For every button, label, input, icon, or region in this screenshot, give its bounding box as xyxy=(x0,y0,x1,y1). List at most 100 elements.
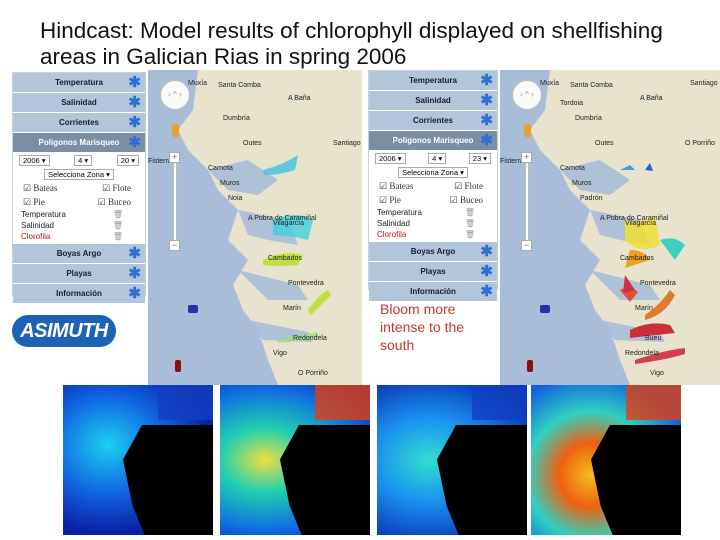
place-label: Santa Comba xyxy=(570,82,613,89)
place-label: Padrón xyxy=(580,195,603,202)
map-canvas xyxy=(178,70,362,385)
map-left[interactable]: Muxía Santa Comba Dumbría A Baña Fisterra Out… xyxy=(148,70,362,385)
month-select[interactable]: 4 ▾ xyxy=(428,152,447,164)
asimuth-logo: ASIMUTH xyxy=(12,315,116,347)
place-label: Santiago de Compostela xyxy=(690,80,720,87)
menu-item-temperatura[interactable]: Temperatura ✱ xyxy=(369,71,497,90)
beacon-marker-icon[interactable] xyxy=(175,360,181,372)
checkbox-pie[interactable]: ☑ Pie xyxy=(23,197,45,208)
day-select[interactable]: 23 ▾ xyxy=(468,152,491,164)
zoom-slider[interactable] xyxy=(173,155,177,245)
checkbox-flote[interactable]: ☑ Flote xyxy=(102,183,131,194)
zoom-in-button[interactable]: + xyxy=(169,152,180,163)
place-label: A Baña xyxy=(288,95,311,102)
day-select[interactable]: 20 ▾ xyxy=(116,154,139,166)
expand-asterisk-icon[interactable]: ✱ xyxy=(480,262,493,281)
place-label: Pontevedra xyxy=(288,280,324,287)
checkbox-label: Flote xyxy=(112,182,131,193)
map-right[interactable]: Muxía Santa Comba Dumbría A Baña Fisterra Out… xyxy=(500,70,720,385)
menu-item-corrientes[interactable]: Corrientes ✱ xyxy=(13,113,145,132)
checkbox-buceo[interactable]: ☑ Buceo xyxy=(450,195,483,206)
place-label: Muros xyxy=(572,180,592,187)
zoom-out-button[interactable]: − xyxy=(521,240,532,251)
buoy-marker-icon[interactable] xyxy=(188,305,198,313)
menu-item-1[interactable]: Playas ✱ xyxy=(369,262,497,281)
menu-item-2[interactable]: Información ✱ xyxy=(369,282,497,301)
expand-asterisk-icon[interactable]: ✱ xyxy=(128,113,141,132)
street-view-pegman-icon[interactable] xyxy=(524,124,531,137)
layer-temperatura[interactable]: Temperatura 🗑 xyxy=(13,209,145,220)
place-label: Muros xyxy=(220,180,240,187)
beacon-marker-icon[interactable] xyxy=(527,360,533,372)
trash-icon[interactable]: 🗑 xyxy=(465,219,475,228)
menu-item-poligonos-marisqueo[interactable]: Poligonos Marisqueo ✱ xyxy=(369,131,497,150)
pan-control[interactable]: ‹ ^ › xyxy=(160,80,190,110)
checkbox-label: Flote xyxy=(464,180,483,191)
menu-item-0[interactable]: Boyas Argo ✱ xyxy=(369,242,497,261)
layer-salinidad[interactable]: Salinidad 🗑 xyxy=(13,220,145,231)
place-label: Redondela xyxy=(625,350,659,357)
expand-asterisk-icon[interactable]: ✱ xyxy=(128,244,141,263)
trash-icon[interactable]: 🗑 xyxy=(465,208,475,217)
place-label: O Porriño xyxy=(685,140,715,147)
menu-item-poligonos-marisqueo[interactable]: Poligonos Marisqueo ✱ xyxy=(13,133,145,152)
layer-clorofila[interactable]: Clorofila 🗑 xyxy=(13,231,145,242)
layer-clorofila[interactable]: Clorofila 🗑 xyxy=(369,229,497,240)
checkbox-label: Buceo xyxy=(460,194,483,205)
pan-control[interactable]: ‹ ^ › xyxy=(512,80,542,110)
expand-asterisk-icon[interactable]: ✱ xyxy=(128,284,141,303)
menu-item-temperatura[interactable]: Temperatura ✱ xyxy=(13,73,145,92)
menu-label: Poligonos Marisqueo xyxy=(38,138,120,147)
zone-row: Selecciona Zona ▾ xyxy=(369,165,497,179)
expand-asterisk-icon[interactable]: ✱ xyxy=(128,73,141,92)
expand-asterisk-icon[interactable]: ✱ xyxy=(480,111,493,130)
zone-select[interactable]: Selecciona Zona ▾ xyxy=(44,168,114,180)
menu-item-salinidad[interactable]: Salinidad ✱ xyxy=(13,93,145,112)
zoom-slider[interactable] xyxy=(525,155,529,245)
checkbox-pie[interactable]: ☑ Pie xyxy=(379,195,401,206)
checkbox-row: ☑ Pie ☑ Buceo xyxy=(369,193,497,207)
zoom-out-button[interactable]: − xyxy=(169,240,180,251)
zoom-in-button[interactable]: + xyxy=(521,152,532,163)
menu-label: Información xyxy=(410,287,456,296)
street-view-pegman-icon[interactable] xyxy=(172,124,179,137)
select-value: Selecciona Zona xyxy=(402,167,458,177)
expand-asterisk-icon[interactable]: ✱ xyxy=(480,71,493,90)
checkbox-flote[interactable]: ☑ Flote xyxy=(454,181,483,192)
trash-icon[interactable]: 🗑 xyxy=(113,232,123,241)
checkbox-bateas[interactable]: ☑ Bateas xyxy=(379,181,413,192)
expand-asterisk-icon[interactable]: ✱ xyxy=(128,264,141,283)
expand-asterisk-icon[interactable]: ✱ xyxy=(480,282,493,301)
select-value: 2006 xyxy=(379,153,396,163)
menu-item-salinidad[interactable]: Salinidad ✱ xyxy=(369,91,497,110)
menu-label: Temperatura xyxy=(409,76,457,85)
trash-icon[interactable]: 🗑 xyxy=(113,210,123,219)
date-selectors: 2006 ▾ 4 ▾ 20 ▾ xyxy=(13,153,145,167)
year-select[interactable]: 2006 ▾ xyxy=(375,152,406,164)
menu-item-corrientes[interactable]: Corrientes ✱ xyxy=(369,111,497,130)
month-select[interactable]: 4 ▾ xyxy=(74,154,93,166)
expand-asterisk-icon[interactable]: ✱ xyxy=(128,133,141,152)
place-label: Tordoia xyxy=(560,100,583,107)
checkbox-bateas[interactable]: ☑ Bateas xyxy=(23,183,57,194)
expand-asterisk-icon[interactable]: ✱ xyxy=(480,242,493,261)
zone-select[interactable]: Selecciona Zona ▾ xyxy=(398,166,468,178)
layer-salinidad[interactable]: Salinidad 🗑 xyxy=(369,218,497,229)
expand-asterisk-icon[interactable]: ✱ xyxy=(480,131,493,150)
trash-icon[interactable]: 🗑 xyxy=(465,230,475,239)
trash-icon[interactable]: 🗑 xyxy=(113,221,123,230)
model-north-coast xyxy=(158,385,213,420)
menu-item-0[interactable]: Boyas Argo ✱ xyxy=(13,244,145,263)
place-label: Dumbría xyxy=(575,115,602,122)
menu-label: Poligonos Marisqueo xyxy=(392,136,474,145)
menu-item-2[interactable]: Información ✱ xyxy=(13,284,145,303)
year-select[interactable]: 2006 ▾ xyxy=(19,154,50,166)
expand-asterisk-icon[interactable]: ✱ xyxy=(480,91,493,110)
menu-item-1[interactable]: Playas ✱ xyxy=(13,264,145,283)
layer-temperatura[interactable]: Temperatura 🗑 xyxy=(369,207,497,218)
buoy-marker-icon[interactable] xyxy=(540,305,550,313)
menu-label: Corrientes xyxy=(412,116,453,125)
expand-asterisk-icon[interactable]: ✱ xyxy=(128,93,141,112)
checkbox-buceo[interactable]: ☑ Buceo xyxy=(98,197,131,208)
place-label: Vilagarcía xyxy=(625,220,657,227)
